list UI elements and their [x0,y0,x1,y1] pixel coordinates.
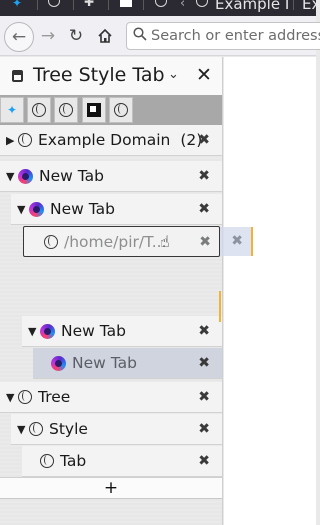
drag-cursor-icon: ☝ [160,232,170,251]
close-tab-icon: ✖ [231,233,243,249]
scroll-left-icon[interactable]: ‹ [180,0,185,11]
tab-separator [37,0,38,10]
collapse-twisty-icon[interactable]: ▼ [6,391,18,404]
black-square-icon[interactable] [120,0,132,7]
tree-tab-item[interactable]: ▼ New Tab ✖ [22,316,222,347]
chevron-down-icon[interactable]: ⌄ [168,67,179,82]
tab-label: New Tab [39,167,104,185]
globe-icon [29,422,43,436]
pinned-tab[interactable] [27,97,51,123]
new-tab-button[interactable]: + [0,477,222,499]
close-tab-icon[interactable]: ✖ [198,132,210,148]
close-tab-icon[interactable]: ✖ [198,421,210,437]
close-tab-icon[interactable]: ✖ [198,168,210,184]
firefox-icon [29,201,44,217]
page-content[interactable] [224,57,316,525]
twitter-icon: ✦ [6,103,18,117]
tree-tab-item[interactable]: ▼ Tree ✖ [0,382,222,413]
close-tab-icon[interactable]: ✖ [198,323,210,339]
active-tab-marker [219,291,221,322]
globe-icon[interactable] [155,0,167,7]
sidebar-title[interactable]: Tree Style Tab [33,64,165,86]
url-bar[interactable] [126,22,320,50]
collapse-twisty-icon[interactable]: ▼ [17,203,29,216]
dragged-tab[interactable]: /home/pir/T... ✖ [23,226,220,257]
tab-label: New Tab [50,200,115,218]
close-tab-icon[interactable]: ✖ [198,355,210,371]
close-tab-icon[interactable]: ✖ [198,389,210,405]
tree-tab-item-active[interactable]: New Tab ✖ [33,348,222,379]
globe-icon [18,390,32,404]
search-icon [133,27,147,45]
back-arrow-icon: ← [11,27,27,47]
tab-separator [108,0,109,10]
sidebar-panel: Tree Style Tab ⌄ ✕ ✦ ▶ Example Domain (2… [0,57,223,525]
home-icon [98,28,112,43]
globe-icon [59,103,73,117]
tab-strip: ✦ ✚ ‹ Example I Ex [0,0,316,16]
sidebar-panel-icon [12,70,23,82]
collapse-twisty-icon[interactable]: ▶ [6,134,18,147]
collapse-twisty-icon[interactable]: ▼ [28,325,40,338]
collapse-twisty-icon[interactable]: ▼ [17,423,29,436]
tab-label: New Tab [61,322,126,340]
twitter-icon[interactable]: ✦ [12,0,22,10]
reload-icon: ↻ [68,26,84,46]
close-tab-icon[interactable]: ✖ [198,453,210,469]
collapse-twisty-icon[interactable]: ▼ [6,170,18,183]
globe-icon [44,234,58,249]
globe-icon[interactable] [48,0,60,7]
back-button[interactable]: ← [4,22,34,52]
tab-tree: ▶ Example Domain (2) ✖ ▼ New Tab ✖ ▼ New… [0,125,222,525]
tree-tab-item[interactable]: Tab ✖ [22,446,222,477]
tab-label: Style [49,420,88,438]
tab-label: Tab [60,452,87,470]
pinned-tab[interactable] [54,97,78,123]
tab-label: New Tab [72,354,137,372]
search-input[interactable] [151,28,320,44]
tab-separator [143,0,144,10]
close-icon[interactable]: ✕ [196,64,212,86]
tree-tab-item[interactable]: ▼ New Tab ✖ [11,194,222,225]
globe-icon [114,103,128,117]
tab-title[interactable]: Ex [302,0,316,13]
tree-tab-item[interactable]: ▼ Style ✖ [11,414,222,445]
globe-icon [18,133,32,147]
dragged-tab-label: /home/pir/T... [64,232,167,251]
tree-tab-item[interactable]: ▶ Example Domain (2) ✖ [0,125,222,156]
tab-separator [293,0,294,10]
navigation-toolbar: ← → ↻ [0,16,320,56]
globe-icon[interactable] [196,0,208,7]
sidebar-header: Tree Style Tab ⌄ ✕ [0,57,222,95]
home-button[interactable] [91,22,119,50]
tab-title[interactable]: Example I [215,0,289,13]
firefox-icon [51,355,66,371]
firefox-icon [40,323,55,339]
globe-icon [40,454,54,468]
pinned-tab[interactable] [82,97,106,123]
forward-arrow-icon: → [40,26,56,46]
forward-button[interactable]: → [34,22,62,50]
globe-icon [32,103,46,117]
close-tab-icon[interactable]: ✖ [198,201,210,217]
close-tab-icon: ✖ [199,234,211,250]
pinned-tabs: ✦ [0,95,222,125]
tab-label: Tree [38,388,71,406]
puzzle-icon[interactable]: ✚ [84,0,94,9]
tree-tab-item[interactable]: ▼ New Tab ✖ [0,161,222,192]
tab-label: Example Domain [38,131,171,149]
firefox-icon [18,168,33,184]
pinned-tab[interactable]: ✦ [0,97,24,123]
reload-button[interactable]: ↻ [62,22,90,50]
black-square-icon [87,103,101,117]
tab-separator [73,0,74,10]
pinned-tab[interactable] [109,97,133,123]
